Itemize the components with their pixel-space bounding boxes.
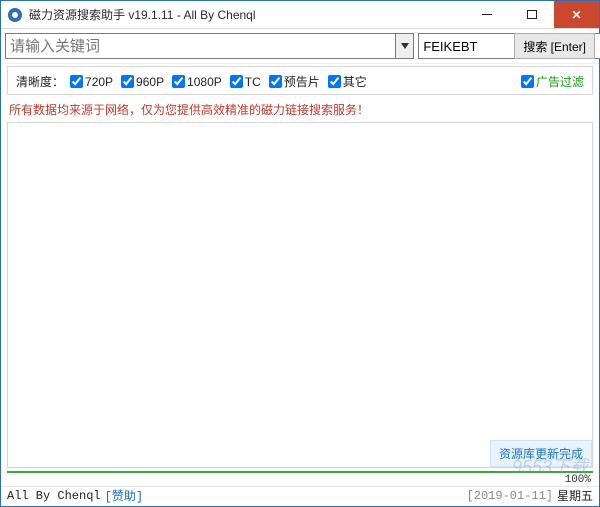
- titlebar: 磁力资源搜索助手 v19.1.11 - All By Chenql ✕: [1, 1, 599, 29]
- filter-960p[interactable]: 960P: [121, 75, 164, 89]
- minimize-button[interactable]: [464, 1, 509, 28]
- maximize-button[interactable]: [509, 1, 554, 28]
- status-weekday: 星期五: [557, 487, 593, 504]
- donate-link[interactable]: [赞助]: [105, 487, 143, 504]
- ad-filter-checkbox[interactable]: 广告过滤: [521, 73, 584, 90]
- filter-trailer[interactable]: 预告片: [269, 73, 320, 90]
- search-row: 搜索 [Enter]: [1, 29, 599, 64]
- status-date: [2019-01-11]: [467, 489, 553, 503]
- close-button[interactable]: ✕: [554, 1, 599, 28]
- progress-bar: [7, 470, 593, 474]
- progress-fill: [7, 471, 593, 473]
- filter-720p[interactable]: 720P: [70, 75, 113, 89]
- results-panel: 资源库更新完成: [7, 122, 593, 468]
- status-author: All By Chenql: [7, 489, 101, 503]
- filter-1080p[interactable]: 1080P: [172, 75, 222, 89]
- filter-label: 清晰度：: [16, 73, 64, 90]
- source-combobox: [418, 33, 510, 59]
- filter-tc[interactable]: TC: [230, 75, 261, 89]
- keyword-combobox: [5, 33, 414, 59]
- filter-other[interactable]: 其它: [328, 73, 367, 90]
- window-controls: ✕: [464, 1, 599, 28]
- update-badge: 资源库更新完成: [490, 440, 592, 467]
- filter-row: 清晰度： 720P 960P 1080P TC 预告片 其它 广告过滤: [7, 66, 593, 95]
- app-window: 磁力资源搜索助手 v19.1.11 - All By Chenql ✕ 搜索 […: [0, 0, 600, 507]
- progress-percent: 100%: [1, 474, 599, 486]
- status-bar: All By Chenql [赞助] [2019-01-11] 星期五: [1, 486, 599, 506]
- notice-text: 所有数据均来源于网络，仅为您提供高效精准的磁力链接搜索服务！: [1, 97, 599, 122]
- search-button[interactable]: 搜索 [Enter]: [514, 33, 595, 59]
- keyword-dropdown-button[interactable]: [396, 33, 414, 59]
- window-title: 磁力资源搜索助手 v19.1.11 - All By Chenql: [29, 6, 464, 23]
- app-icon: [7, 7, 23, 23]
- keyword-input[interactable]: [5, 33, 396, 59]
